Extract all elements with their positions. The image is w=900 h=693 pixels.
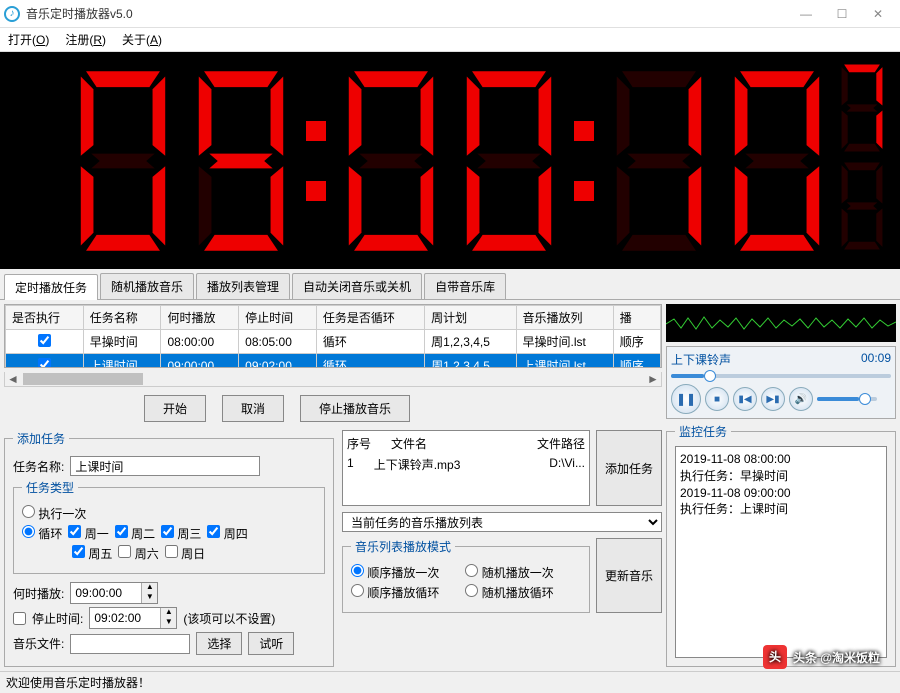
- tabstrip: 定时播放任务 随机播放音乐 播放列表管理 自动关闭音乐或关机 自带音乐库: [0, 269, 900, 300]
- table-row[interactable]: 上课时间 09:00:00 09:02:00 循环 周1,2,3,4,5 上课时…: [6, 354, 661, 369]
- chk-tue[interactable]: 周二: [115, 525, 155, 542]
- chk-wed[interactable]: 周三: [161, 525, 201, 542]
- radio-seq-loop[interactable]: 顺序播放循环: [351, 584, 439, 601]
- close-button[interactable]: ✕: [860, 1, 896, 27]
- task-type-fieldset: 任务类型 执行一次 循环 周一 周二 周三 周四 周五: [13, 479, 325, 574]
- radio-once[interactable]: 执行一次: [22, 505, 86, 522]
- stop-time-checkbox[interactable]: [13, 612, 26, 625]
- volume-slider[interactable]: [817, 397, 877, 401]
- audio-player: 上下课铃声 00:09 ❚❚ ■ ▮◀ ▶▮ 🔊: [666, 346, 896, 419]
- task-name-input[interactable]: [70, 456, 260, 476]
- exec-checkbox[interactable]: [38, 334, 51, 347]
- tab-library[interactable]: 自带音乐库: [424, 273, 506, 299]
- volume-icon[interactable]: 🔊: [789, 387, 813, 411]
- table-header-row: 是否执行 任务名称 何时播放 停止时间 任务是否循环 周计划 音乐播放列 播: [6, 306, 661, 330]
- chk-sat[interactable]: 周六: [118, 545, 158, 562]
- window-title: 音乐定时播放器v5.0: [26, 5, 788, 22]
- titlebar: ♪ 音乐定时播放器v5.0 — ☐ ✕: [0, 0, 900, 28]
- pause-button[interactable]: ❚❚: [671, 384, 701, 414]
- chk-sun[interactable]: 周日: [165, 545, 205, 562]
- start-button[interactable]: 开始: [144, 395, 206, 422]
- menubar: 打开(O) 注册(R) 关于(A): [0, 28, 900, 52]
- track-time: 00:09: [861, 351, 891, 368]
- horizontal-scrollbar[interactable]: ◄►: [4, 372, 662, 387]
- stop-music-button[interactable]: 停止播放音乐: [300, 395, 410, 422]
- stop-button[interactable]: ■: [705, 387, 729, 411]
- prev-button[interactable]: ▮◀: [733, 387, 757, 411]
- menu-about[interactable]: 关于(A): [122, 31, 162, 48]
- next-button[interactable]: ▶▮: [761, 387, 785, 411]
- table-row[interactable]: 早操时间 08:00:00 08:05:00 循环 周1,2,3,4,5 早操时…: [6, 330, 661, 354]
- tab-autoclose[interactable]: 自动关闭音乐或关机: [292, 273, 422, 299]
- status-bar: 欢迎使用音乐定时播放器！: [0, 671, 900, 693]
- clock-display: [0, 52, 900, 269]
- monitor-log[interactable]: 2019-11-08 08:00:00 执行任务：早操时间 2019-11-08…: [675, 446, 887, 658]
- task-table: 是否执行 任务名称 何时播放 停止时间 任务是否循环 周计划 音乐播放列 播 早…: [4, 304, 662, 368]
- minimize-button[interactable]: —: [788, 1, 824, 27]
- preview-button[interactable]: 试听: [248, 632, 294, 655]
- playlist-box[interactable]: 序号 文件名 文件路径 1 上下课铃声.mp3 D:\Vi...: [342, 430, 590, 506]
- maximize-button[interactable]: ☐: [824, 1, 860, 27]
- tab-random[interactable]: 随机播放音乐: [100, 273, 194, 299]
- menu-open[interactable]: 打开(O): [8, 31, 49, 48]
- tab-playlist-mgr[interactable]: 播放列表管理: [196, 273, 290, 299]
- waveform-display: [666, 304, 896, 342]
- menu-register[interactable]: 注册(R): [65, 31, 106, 48]
- add-task-fieldset: 添加任务 任务名称: 任务类型 执行一次 循环 周一 周二: [4, 430, 334, 667]
- cancel-button[interactable]: 取消: [222, 395, 284, 422]
- select-file-button[interactable]: 选择: [196, 632, 242, 655]
- radio-rand-once[interactable]: 随机播放一次: [465, 564, 553, 581]
- add-task-button[interactable]: 添加任务: [596, 430, 662, 506]
- radio-rand-loop[interactable]: 随机播放循环: [465, 584, 553, 601]
- music-file-input[interactable]: [70, 634, 190, 654]
- seek-slider[interactable]: [671, 374, 891, 378]
- radio-loop[interactable]: 循环: [22, 525, 62, 542]
- track-name: 上下课铃声: [671, 351, 731, 368]
- radio-seq-once[interactable]: 顺序播放一次: [351, 564, 439, 581]
- app-icon: ♪: [4, 6, 20, 22]
- playlist-select[interactable]: 当前任务的音乐播放列表: [342, 512, 662, 532]
- exec-checkbox[interactable]: [38, 358, 51, 369]
- chk-mon[interactable]: 周一: [68, 525, 108, 542]
- play-mode-fieldset: 音乐列表播放模式 顺序播放一次 随机播放一次 顺序播放循环 随机播放循环: [342, 538, 590, 613]
- chk-fri[interactable]: 周五: [72, 545, 112, 562]
- update-music-button[interactable]: 更新音乐: [596, 538, 662, 613]
- tab-scheduled[interactable]: 定时播放任务: [4, 274, 98, 300]
- stop-time-input[interactable]: ▲▼: [89, 607, 177, 629]
- chk-thu[interactable]: 周四: [207, 525, 247, 542]
- when-time-input[interactable]: ▲▼: [70, 582, 158, 604]
- monitor-fieldset: 监控任务 2019-11-08 08:00:00 执行任务：早操时间 2019-…: [666, 423, 896, 667]
